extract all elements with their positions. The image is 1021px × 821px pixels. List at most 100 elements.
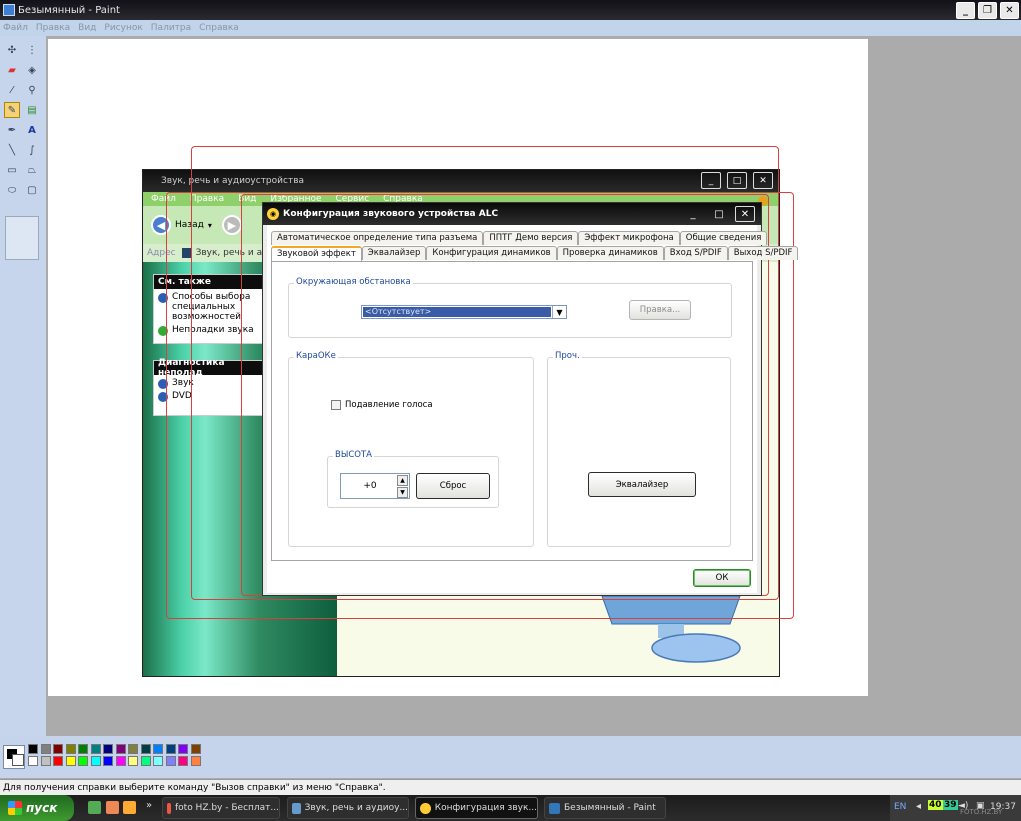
free-select-icon[interactable]: ✣ [4,42,20,58]
ok-button[interactable]: ОК [693,569,751,587]
current-colors[interactable] [3,745,25,769]
color-swatch[interactable] [65,756,76,766]
environment-group: Окружающая обстановка <Отсутствует> ▼ Пр… [288,277,732,338]
color-swatch[interactable] [140,744,151,754]
tab-spdif-in[interactable]: Вход S/PDIF [663,246,728,260]
color-swatch[interactable] [65,744,76,754]
color-swatch[interactable] [178,744,188,754]
tray-left-arrow-icon[interactable]: ◂ [916,801,921,812]
environment-select[interactable]: <Отсутствует> ▼ [361,305,567,319]
tool-options[interactable] [5,216,39,260]
task-sound[interactable]: Звук, речь и аудиоу... [287,797,409,819]
tab-speaker-test[interactable]: Проверка динамиков [556,246,664,260]
color-swatch[interactable] [178,756,188,766]
tab-spdif-out[interactable]: Выход S/PDIF [727,246,799,260]
fill-icon[interactable]: ◈ [24,62,40,78]
color-swatch[interactable] [115,756,126,766]
tab-sound-effect[interactable]: Звуковой эффект [271,246,362,261]
color-swatch[interactable] [40,756,51,766]
brush-icon[interactable]: ▤ [24,102,40,118]
desktop-icon[interactable] [88,801,101,814]
dialog-close-icon[interactable]: ✕ [735,206,755,222]
color-swatch[interactable] [28,756,38,766]
background-color [12,754,24,766]
color-swatch[interactable] [190,744,201,754]
color-swatch[interactable] [40,744,51,754]
text-icon[interactable]: A [24,122,40,138]
pencil-icon[interactable]: ✎ [4,102,20,118]
eraser-icon[interactable]: ▰ [4,62,20,78]
color-swatch[interactable] [53,744,63,754]
color-swatch[interactable] [90,744,101,754]
color-swatch[interactable] [103,756,113,766]
minimize-button[interactable]: _ [956,1,975,19]
maximize-button[interactable]: ❐ [978,1,997,19]
ellipse-icon[interactable]: ⬭ [4,182,20,198]
color-swatch[interactable] [78,744,88,754]
language-indicator[interactable]: EN [894,802,906,812]
pitch-stepper[interactable]: +0 ▲ ▼ [340,473,410,499]
rounded-rect-icon[interactable]: ▢ [24,182,40,198]
tab-equalizer[interactable]: Эквалайзер [361,246,427,260]
color-swatch[interactable] [103,744,113,754]
color-swatch[interactable] [140,756,151,766]
speaker-icon: ◉ [267,208,279,220]
color-swatch[interactable] [190,756,201,766]
color-swatch[interactable] [153,756,163,766]
dialog-minimize-icon[interactable]: _ [683,206,703,222]
color-swatch[interactable] [165,744,176,754]
tab-speaker-config[interactable]: Конфигурация динамиков [426,246,557,260]
menu-colors[interactable]: Палитра [151,23,191,33]
task-audio-config[interactable]: Конфигурация звук... [415,797,538,819]
rect-select-icon[interactable]: ⋮ [24,42,40,58]
voice-cancel-checkbox[interactable] [331,400,341,410]
paint-titlebar[interactable]: Безымянный - Paint _ ❐ ✕ [0,0,1021,20]
stepper-up-icon[interactable]: ▲ [397,475,408,486]
tray-counter-b[interactable]: 39 [943,800,958,810]
tray-counter-a[interactable]: 40 [928,800,943,810]
start-button[interactable]: пуск [0,795,74,821]
tab-general[interactable]: Общие сведения [679,231,768,245]
color-swatch[interactable] [128,756,138,766]
rectangle-icon[interactable]: ▭ [4,162,20,178]
dialog-maximize-icon[interactable]: □ [709,206,729,222]
browser-icon[interactable] [106,801,119,814]
edit-button[interactable]: Правка... [629,300,691,320]
karaoke-group: КараОКе Подавление голоса ВЫСОТА +0 ▲ ▼ … [288,351,534,547]
magnifier-icon[interactable]: ⚲ [24,82,40,98]
menu-file[interactable]: Файл [3,23,28,33]
task-paint[interactable]: Безымянный - Paint [544,797,666,819]
color-swatch[interactable] [153,744,163,754]
color-swatch[interactable] [128,744,138,754]
polygon-icon[interactable]: ⏢ [24,162,40,178]
tab-jack-detect[interactable]: Автоматическое определение типа разъема [271,231,484,245]
task-browser[interactable]: foto HZ.by - Бесплат... [162,797,280,819]
chevron-down-icon[interactable]: ▼ [552,306,566,318]
eyedropper-icon[interactable]: ⁄ [4,82,20,98]
menu-view[interactable]: Вид [78,23,96,33]
color-swatch[interactable] [28,744,38,754]
menu-image[interactable]: Рисунок [104,23,142,33]
reset-button[interactable]: Сброс [416,473,490,499]
menu-edit[interactable]: Правка [36,23,70,33]
color-swatch[interactable] [78,756,88,766]
equalizer-button[interactable]: Эквалайзер [588,472,696,497]
media-icon[interactable] [123,801,136,814]
color-swatch[interactable] [53,756,63,766]
other-group: Проч. Эквалайзер [547,351,731,547]
airbrush-icon[interactable]: ✒ [4,122,20,138]
tab-demo[interactable]: ППТГ Демо версия [483,231,579,245]
dialog-titlebar[interactable]: ◉ Конфигурация звукового устройства ALC … [263,203,761,225]
stepper-down-icon[interactable]: ▼ [397,487,408,498]
tab-mic-effect[interactable]: Эффект микрофона [578,231,680,245]
curve-icon[interactable]: ∫ [24,142,40,158]
line-icon[interactable]: ╲ [4,142,20,158]
menu-help[interactable]: Справка [199,23,239,33]
color-swatch[interactable] [115,744,126,754]
color-swatch[interactable] [165,756,176,766]
color-swatch[interactable] [90,756,101,766]
close-button[interactable]: ✕ [1000,1,1019,19]
quicklaunch-more-icon[interactable]: » [146,800,152,811]
pitch-value[interactable]: +0 [341,474,399,498]
tabs-bottom-row: Звуковой эффект Эквалайзер Конфигурация … [271,246,799,261]
